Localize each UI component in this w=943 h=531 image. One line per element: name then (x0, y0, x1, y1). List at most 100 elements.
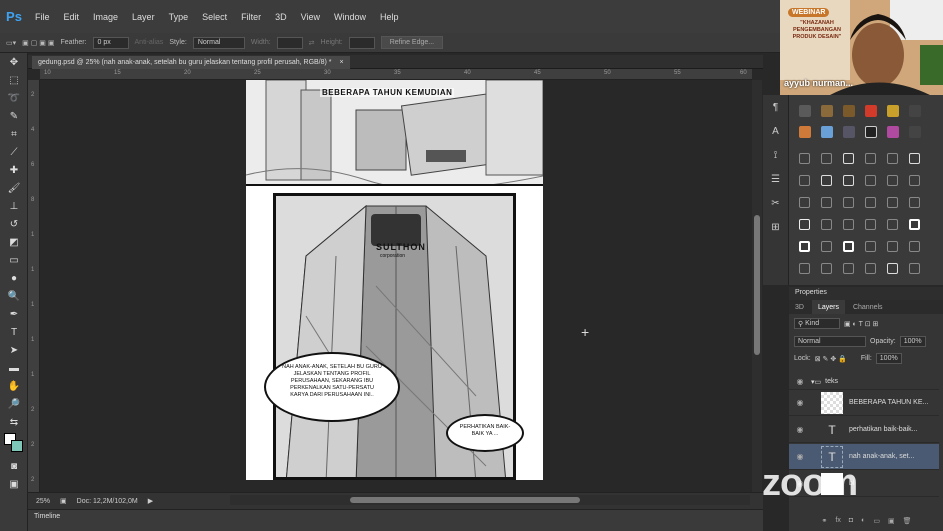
style-swatch[interactable] (837, 169, 859, 191)
style-swatch[interactable] (903, 235, 925, 257)
style-swatch[interactable] (837, 257, 859, 279)
quick-select-icon[interactable]: ✎ (0, 107, 28, 125)
tab-layers[interactable]: Layers (811, 300, 845, 314)
color-swatches[interactable] (0, 431, 27, 457)
gradient-tool-icon[interactable]: ▭ (0, 251, 28, 269)
lasso-tool-icon[interactable]: ➰ (0, 89, 28, 107)
filter-icons[interactable]: ▣ ◐ T ⊡ ⊞ (844, 320, 878, 328)
style-swatch[interactable] (859, 169, 881, 191)
style-swatch[interactable] (909, 105, 921, 117)
horizontal-scrollbar[interactable] (230, 495, 750, 505)
menu-edit[interactable]: Edit (57, 12, 87, 22)
selection-mode-icons[interactable]: ▣ ▢ ▣ ▣ (22, 39, 54, 47)
style-swatch[interactable] (881, 169, 903, 191)
style-swatch[interactable] (837, 147, 859, 169)
fx-icon[interactable]: fx (835, 517, 840, 524)
style-swatch[interactable] (903, 191, 925, 213)
new-group-icon[interactable]: ▭ (873, 517, 880, 525)
menu-image[interactable]: Image (86, 12, 125, 22)
style-swatch[interactable] (909, 126, 921, 138)
lock-icons[interactable]: ⊠ ✎ ✥ 🔒 (815, 355, 847, 363)
hand-tool-icon[interactable]: ✋ (0, 377, 28, 395)
blend-mode-select[interactable]: Normal (794, 336, 866, 347)
link-icon[interactable]: ⚭ (822, 517, 828, 525)
style-swatch[interactable] (903, 213, 925, 235)
style-swatch[interactable] (865, 126, 877, 138)
menu-type[interactable]: Type (162, 12, 196, 22)
pen-tool-icon[interactable]: ✒ (0, 305, 28, 323)
eye-icon[interactable]: ◉ (789, 452, 811, 461)
fill-input[interactable]: 100% (875, 353, 902, 364)
adjustment-icon[interactable]: ◐ (861, 517, 865, 524)
export-icon[interactable]: ▣ (60, 497, 67, 505)
style-swatch[interactable] (815, 169, 837, 191)
style-swatch[interactable] (793, 213, 815, 235)
canvas-area[interactable]: BEBERAPA TAHUN KEMUDIAN SULTHON corporat… (40, 80, 752, 492)
style-swatch[interactable] (881, 235, 903, 257)
style-swatch[interactable] (815, 147, 837, 169)
style-swatch[interactable] (859, 191, 881, 213)
eyedropper-icon[interactable]: ⟋ (0, 143, 28, 161)
blur-tool-icon[interactable]: ● (0, 269, 28, 287)
vertical-scroll-thumb[interactable] (754, 215, 760, 355)
trash-icon[interactable]: 🗑 (903, 517, 912, 525)
style-swatch[interactable] (793, 235, 815, 257)
style-swatch[interactable] (865, 105, 877, 117)
style-swatch[interactable] (837, 213, 859, 235)
eye-icon[interactable]: ◉ (789, 377, 811, 386)
adjustments-icon[interactable]: ☰ (763, 167, 788, 191)
style-swatch[interactable] (815, 235, 837, 257)
menu-file[interactable]: File (28, 12, 57, 22)
healing-icon[interactable]: ✚ (0, 161, 28, 179)
style-swatch[interactable] (887, 105, 899, 117)
menu-view[interactable]: View (294, 12, 327, 22)
style-swatch[interactable] (793, 147, 815, 169)
style-swatch[interactable] (793, 191, 815, 213)
feather-input[interactable]: 0 px (92, 36, 129, 49)
horizontal-scroll-thumb[interactable] (350, 497, 580, 503)
style-swatch[interactable] (793, 257, 815, 279)
clone-source-icon[interactable]: ⊞ (763, 215, 788, 239)
style-swatch[interactable] (815, 257, 837, 279)
style-swatch[interactable] (821, 126, 833, 138)
menu-filter[interactable]: Filter (234, 12, 268, 22)
style-swatch[interactable] (881, 147, 903, 169)
style-select[interactable]: Normal (192, 36, 245, 49)
screen-mode-icon[interactable]: ▣ (0, 475, 28, 493)
width-input[interactable] (276, 36, 303, 49)
brush-preset-icon[interactable]: ⟟ (763, 143, 788, 167)
zoom-level[interactable]: 25% (36, 498, 50, 505)
style-swatch[interactable] (903, 147, 925, 169)
style-swatch[interactable] (859, 213, 881, 235)
dodge-tool-icon[interactable]: 🔍 (0, 287, 28, 305)
paragraph-icon[interactable]: ¶ (763, 95, 788, 119)
style-swatch[interactable] (887, 126, 899, 138)
style-swatch[interactable] (881, 257, 903, 279)
new-layer-icon[interactable]: ▣ (888, 517, 895, 525)
document-info[interactable]: Doc: 12,2M/102,0M (77, 498, 138, 505)
shape-tool-icon[interactable]: ▬ (0, 359, 28, 377)
style-swatch[interactable] (843, 126, 855, 138)
stamp-tool-icon[interactable]: ⊥ (0, 197, 28, 215)
opacity-input[interactable]: 100% (899, 336, 926, 347)
background-color[interactable] (11, 440, 23, 452)
kind-filter-select[interactable]: ⚲ Kind (794, 318, 840, 329)
style-swatch[interactable] (859, 257, 881, 279)
marquee-preset-icon[interactable]: ▭▾ (6, 39, 16, 47)
style-swatch[interactable] (837, 191, 859, 213)
menu-3d[interactable]: 3D (268, 12, 294, 22)
style-swatch[interactable] (859, 235, 881, 257)
quick-mask-icon[interactable]: ◙ (0, 457, 28, 475)
style-swatch[interactable] (799, 105, 811, 117)
move-tool-icon[interactable]: ✥ (0, 53, 28, 71)
crop-tool-icon[interactable]: ⌗ (0, 125, 28, 143)
swap-colors-icon[interactable]: ⇆ (0, 413, 28, 431)
type-tool-icon[interactable]: T (0, 323, 28, 341)
tool-preset-icon[interactable]: ✂ (763, 191, 788, 215)
style-swatch[interactable] (859, 147, 881, 169)
style-swatch[interactable] (837, 235, 859, 257)
tab-3d[interactable]: 3D (795, 304, 804, 311)
refine-edge-button[interactable]: Refine Edge... (380, 36, 444, 49)
zoom-tool-icon[interactable]: 🔎 (0, 395, 28, 413)
layer-row[interactable]: ◉ T perhatikan baik-baik... (789, 417, 939, 443)
